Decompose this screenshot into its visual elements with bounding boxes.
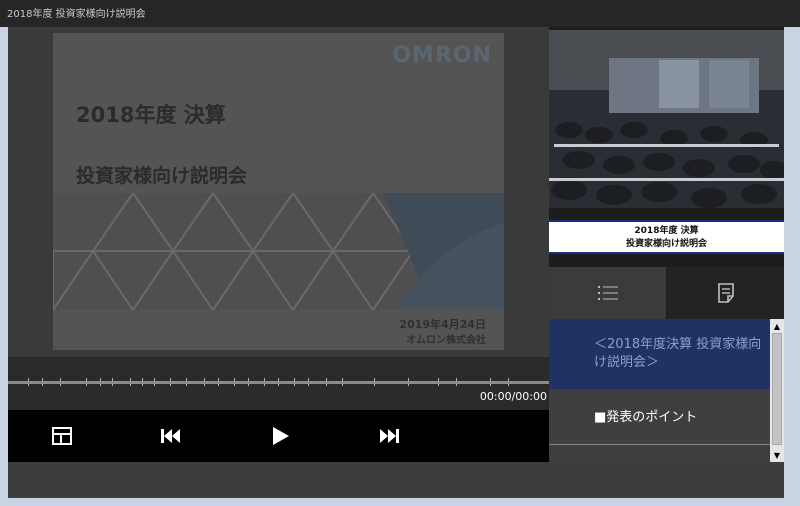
slide-date: 2019年4月24日 <box>399 318 486 331</box>
window-title: 2018年度 投資家様向け説明会 <box>7 9 146 20</box>
presenter-video[interactable] <box>549 30 784 208</box>
notes-icon <box>717 283 734 303</box>
player-stage: OMRON 2018年度 決算 投資家様向け説明会 2019年4月24日 オムロ… <box>8 27 784 498</box>
slide: OMRON 2018年度 決算 投資家様向け説明会 2019年4月24日 オムロ… <box>53 33 504 350</box>
scroll-down-arrow-icon[interactable]: ▼ <box>770 448 784 462</box>
layout-icon <box>52 427 72 445</box>
scroll-up-arrow-icon[interactable]: ▲ <box>770 319 784 333</box>
chapter-list: ＜2018年度決算 投資家様向け説明会＞ ■発表のポイント ▲ ▼ <box>549 319 784 462</box>
play-icon <box>273 427 289 445</box>
list-icon <box>597 286 618 300</box>
scrollbar-thumb[interactable] <box>772 333 782 445</box>
layout-button[interactable] <box>45 420 79 452</box>
video-caption: 2018年度 決算 投資家様向け説明会 <box>549 220 784 254</box>
notes-tab[interactable] <box>667 267 784 319</box>
slide-triangle-artwork <box>53 193 504 310</box>
omron-logo: OMRON <box>392 43 492 68</box>
title-bar: 2018年度 投資家様向け説明会 <box>0 0 800 27</box>
control-bar <box>8 410 549 462</box>
slide-company: オムロン株式会社 <box>406 335 486 346</box>
panel-tabs <box>549 267 784 319</box>
timecode: 00:00/00:00 <box>479 390 547 403</box>
caption-line-2: 投資家様向け説明会 <box>625 239 707 249</box>
next-button[interactable] <box>372 420 406 452</box>
skip-previous-icon <box>161 429 180 443</box>
previous-button[interactable] <box>154 420 188 452</box>
slide-subtitle: 投資家様向け説明会 <box>76 165 248 187</box>
chapter-scrollbar[interactable]: ▲ ▼ <box>770 319 784 462</box>
play-button[interactable] <box>264 420 298 452</box>
skip-next-icon <box>380 429 399 443</box>
slide-title: 2018年度 決算 <box>76 103 226 127</box>
chapter-item-selected[interactable]: ＜2018年度決算 投資家様向け説明会＞ <box>549 319 770 389</box>
app-window: 2018年度 投資家様向け説明会 OMRON 2018年度 決算 投資家様向け説… <box>0 0 800 506</box>
side-panel: 2018年度 決算 投資家様向け説明会 ＜2018年度決算 投資家様向け説明会＞… <box>549 27 784 462</box>
slide-area: OMRON 2018年度 決算 投資家様向け説明会 2019年4月24日 オムロ… <box>8 27 549 357</box>
timeline: 00:00/00:00 <box>8 357 549 410</box>
chapter-item[interactable]: ■発表のポイント <box>549 391 770 445</box>
progress-bar[interactable] <box>8 381 549 384</box>
caption-line-1: 2018年度 決算 <box>634 226 699 236</box>
chapter-list-tab[interactable] <box>549 267 666 319</box>
